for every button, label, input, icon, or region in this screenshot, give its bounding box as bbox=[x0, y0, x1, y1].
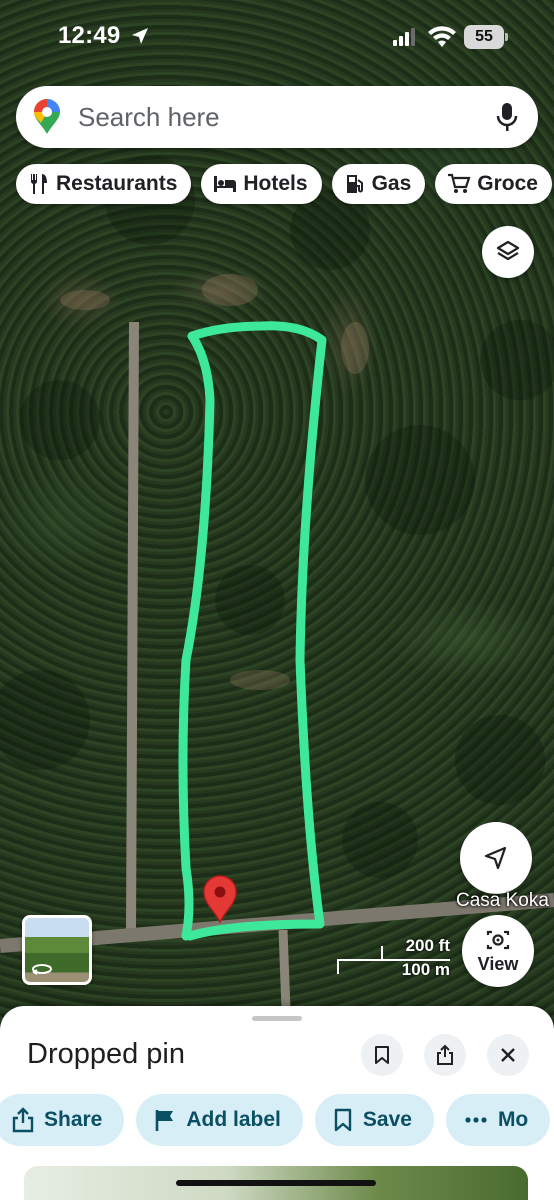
close-icon bbox=[501, 1048, 515, 1062]
chip-groceries[interactable]: Groce bbox=[435, 164, 552, 204]
chip-restaurants[interactable]: Restaurants bbox=[16, 164, 192, 204]
search-input[interactable] bbox=[78, 101, 496, 133]
scale-ft-label: 200 ft bbox=[405, 936, 450, 955]
chip-label: Gas bbox=[371, 172, 412, 195]
view-button[interactable]: View bbox=[462, 915, 534, 987]
chip-gas[interactable]: Gas bbox=[331, 164, 426, 204]
navigation-arrow-icon bbox=[484, 846, 507, 870]
map-scale: 200 ft 100 m bbox=[336, 936, 456, 986]
gas-station-icon bbox=[346, 175, 363, 193]
chip-label: Groce bbox=[477, 172, 538, 195]
street-view-360-icon bbox=[32, 964, 52, 975]
my-location-button[interactable] bbox=[460, 822, 532, 894]
layers-icon bbox=[496, 240, 520, 261]
share-top-button[interactable] bbox=[424, 1034, 466, 1076]
dropped-pin-icon bbox=[203, 875, 237, 925]
lens-camera-icon bbox=[486, 930, 510, 949]
battery-level: 55 bbox=[475, 28, 493, 45]
share-icon bbox=[437, 1044, 453, 1065]
bookmark-icon bbox=[334, 1108, 352, 1132]
layers-button[interactable] bbox=[482, 226, 534, 278]
street-view-thumbnail[interactable] bbox=[22, 915, 92, 985]
action-label: Share bbox=[44, 1108, 103, 1131]
bookmark-icon bbox=[375, 1046, 389, 1064]
cart-icon bbox=[448, 173, 471, 193]
close-button[interactable] bbox=[487, 1034, 529, 1076]
chip-label: Hotels bbox=[243, 172, 308, 195]
battery-indicator: 55 bbox=[464, 25, 508, 49]
action-label: Mo bbox=[497, 1108, 529, 1131]
wifi-icon bbox=[428, 26, 456, 47]
save-button[interactable]: Save bbox=[314, 1094, 434, 1146]
more-button[interactable]: Mo bbox=[445, 1094, 551, 1146]
more-dots-icon bbox=[465, 1117, 487, 1123]
category-chips: Restaurants Hotels Gas Groce bbox=[16, 164, 552, 204]
sheet-title: Dropped pin bbox=[27, 1038, 185, 1070]
road-south bbox=[278, 929, 291, 1011]
mic-icon[interactable] bbox=[496, 102, 518, 132]
cell-signal-icon bbox=[393, 28, 415, 46]
action-chips: Share Add label Save Mo bbox=[0, 1094, 551, 1146]
place-bottom-sheet[interactable]: Dropped pin Share Add label Save Mo bbox=[0, 1006, 554, 1200]
search-bar[interactable] bbox=[16, 86, 538, 148]
share-button[interactable]: Share bbox=[0, 1094, 125, 1146]
map-place-label[interactable]: Casa Koka bbox=[456, 890, 549, 912]
scale-m-label: 100 m bbox=[401, 960, 450, 979]
flag-icon bbox=[156, 1110, 174, 1131]
home-indicator bbox=[176, 1180, 376, 1186]
add-label-button[interactable]: Add label bbox=[136, 1094, 303, 1146]
action-label: Add label bbox=[186, 1108, 281, 1131]
hotel-bed-icon bbox=[214, 176, 237, 192]
share-icon bbox=[12, 1107, 34, 1133]
chip-hotels[interactable]: Hotels bbox=[201, 164, 322, 204]
view-label: View bbox=[477, 953, 519, 974]
status-time: 12:49 bbox=[58, 22, 121, 49]
action-label: Save bbox=[362, 1108, 412, 1131]
bookmark-button[interactable] bbox=[361, 1034, 403, 1076]
maps-pin-logo bbox=[34, 99, 60, 134]
sheet-drag-handle[interactable] bbox=[252, 1016, 302, 1021]
status-bar: 12:49 55 bbox=[0, 0, 554, 76]
restaurant-icon bbox=[30, 174, 47, 194]
location-arrow-icon bbox=[132, 28, 148, 44]
chip-label: Restaurants bbox=[56, 172, 178, 195]
road-vertical bbox=[126, 321, 139, 931]
